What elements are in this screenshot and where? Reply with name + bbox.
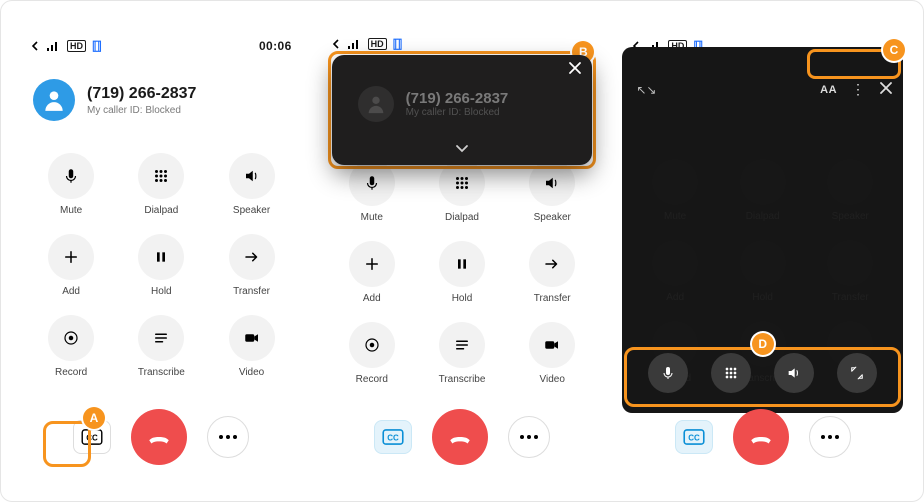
bottom-bar: CC — [31, 385, 292, 465]
caller-number: (719) 266-2837 — [87, 85, 196, 103]
overlay-caller-number: (719) 266-2837 — [406, 90, 509, 107]
mute-label: Mute — [60, 205, 82, 216]
caller-info: (719) 266-2837 My caller ID: Blocked — [33, 79, 292, 121]
svg-text:CC: CC — [387, 434, 399, 443]
hold-label: Hold — [452, 293, 473, 304]
record-button[interactable] — [48, 315, 94, 361]
transcribe-button[interactable] — [138, 315, 184, 361]
dialpad-button[interactable] — [138, 153, 184, 199]
add-label: Add — [363, 293, 381, 304]
back-icon[interactable] — [31, 41, 41, 51]
hold-button[interactable] — [138, 234, 184, 280]
status-bar: HD ⟦⟧ — [332, 37, 593, 51]
avatar — [33, 79, 75, 121]
speaker-label: Speaker — [233, 205, 270, 216]
overlay-caller-sub: My caller ID: Blocked — [406, 107, 509, 118]
caption-toolbar: AA ⋮ — [820, 81, 893, 98]
hd-badge: HD — [368, 38, 387, 50]
phone-screen-3: HD ⟦⟧ ↖↘ AA ⋮ Mute Dialpad Speaker Add H… — [618, 19, 907, 483]
status-bar: HD ⟦⟧ 00:06 — [31, 37, 292, 55]
record-button[interactable] — [349, 322, 395, 368]
quick-speaker-button[interactable] — [774, 353, 814, 393]
phone-screen-1: HD ⟦⟧ 00:06 (719) 266-2837 My caller ID:… — [17, 19, 306, 483]
kebab-menu-icon[interactable]: ⋮ — [851, 81, 865, 98]
chevron-down-icon[interactable] — [455, 141, 469, 159]
phone-screen-2: HD ⟦⟧ Mute Dialpad Speaker Add Hold Tran… — [318, 19, 607, 483]
transfer-label: Transfer — [534, 293, 571, 304]
video-button[interactable] — [529, 322, 575, 368]
call-timer: 00:06 — [259, 39, 292, 53]
end-call-button[interactable] — [131, 409, 187, 465]
speaker-button[interactable] — [229, 153, 275, 199]
more-button[interactable] — [207, 416, 249, 458]
svg-text:CC: CC — [87, 434, 99, 443]
dialpad-label: Dialpad — [144, 205, 178, 216]
mute-button[interactable] — [48, 153, 94, 199]
dialpad-button[interactable] — [439, 160, 485, 206]
hold-label: Hold — [151, 286, 172, 297]
hd-voice-icon: ⟦⟧ — [92, 39, 100, 53]
hd-voice-icon: ⟦⟧ — [393, 37, 401, 51]
caption-fullscreen-panel: ↖↘ AA ⋮ Mute Dialpad Speaker Add Hold Tr… — [622, 47, 903, 413]
caption-overlay-panel: (719) 266-2837 My caller ID: Blocked — [332, 55, 593, 165]
captions-button[interactable]: CC — [73, 420, 111, 454]
speaker-label: Speaker — [534, 212, 571, 223]
hold-button[interactable] — [439, 241, 485, 287]
text-size-button[interactable]: AA — [820, 84, 837, 96]
record-label: Record — [55, 367, 87, 378]
captions-button-active[interactable]: CC — [374, 420, 412, 454]
caller-id-status: My caller ID: Blocked — [87, 105, 196, 116]
transcribe-label: Transcribe — [439, 374, 486, 385]
action-grid: Mute Dialpad Speaker Add Hold Transfer R… — [31, 153, 292, 378]
video-button[interactable] — [229, 315, 275, 361]
add-label: Add — [62, 286, 80, 297]
record-label: Record — [356, 374, 388, 385]
video-label: Video — [239, 367, 264, 378]
end-call-button[interactable] — [432, 409, 488, 465]
svg-text:CC: CC — [688, 434, 700, 443]
mute-label: Mute — [361, 212, 383, 223]
caption-quick-bar — [636, 345, 889, 401]
avatar-dim — [358, 86, 394, 122]
add-button[interactable] — [48, 234, 94, 280]
transcribe-button[interactable] — [439, 322, 485, 368]
bottom-bar: CC — [332, 385, 593, 465]
signal-icon — [348, 39, 362, 49]
close-icon[interactable] — [879, 81, 893, 98]
add-button[interactable] — [349, 241, 395, 287]
back-icon[interactable] — [332, 39, 342, 49]
end-call-button[interactable] — [733, 409, 789, 465]
quick-dialpad-button[interactable] — [711, 353, 751, 393]
transfer-label: Transfer — [233, 286, 270, 297]
quick-collapse-button[interactable] — [837, 353, 877, 393]
more-button[interactable] — [809, 416, 851, 458]
transfer-button[interactable] — [229, 234, 275, 280]
shrink-icon[interactable]: ↖↘ — [636, 83, 656, 97]
more-button[interactable] — [508, 416, 550, 458]
illustration-frame: HD ⟦⟧ 00:06 (719) 266-2837 My caller ID:… — [0, 0, 924, 502]
action-grid: Mute Dialpad Speaker Add Hold Transfer R… — [332, 160, 593, 385]
signal-icon — [47, 41, 61, 51]
captions-button-active[interactable]: CC — [675, 420, 713, 454]
hd-badge: HD — [67, 40, 86, 52]
dialpad-label: Dialpad — [445, 212, 479, 223]
close-icon[interactable] — [568, 61, 582, 80]
bottom-bar: CC — [618, 409, 907, 465]
quick-mute-button[interactable] — [648, 353, 688, 393]
speaker-button[interactable] — [529, 160, 575, 206]
transcribe-label: Transcribe — [138, 367, 185, 378]
mute-button[interactable] — [349, 160, 395, 206]
transfer-button[interactable] — [529, 241, 575, 287]
video-label: Video — [540, 374, 565, 385]
